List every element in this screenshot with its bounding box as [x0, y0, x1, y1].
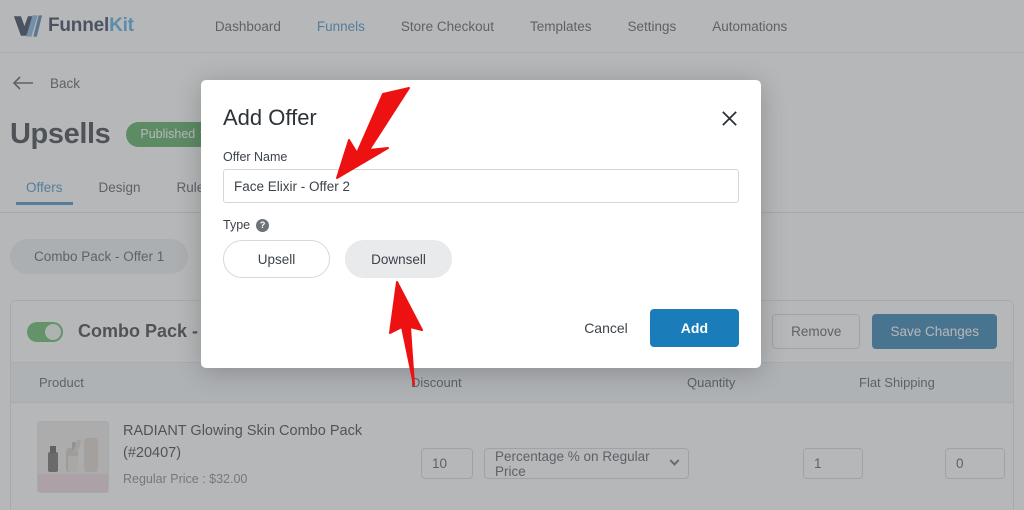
type-label-row: Type ?: [223, 218, 270, 232]
modal-actions: Cancel Add: [584, 309, 739, 347]
offer-name-input[interactable]: [223, 169, 739, 203]
cancel-button[interactable]: Cancel: [584, 320, 628, 336]
modal-title: Add Offer: [223, 105, 317, 130]
add-button[interactable]: Add: [649, 309, 739, 347]
app-root: FunnelKit Dashboard Funnels Store Checko…: [0, 0, 1024, 510]
offer-name-label: Offer Name: [223, 150, 288, 164]
type-label: Type: [223, 218, 251, 232]
help-icon[interactable]: ?: [256, 218, 270, 232]
type-options: Upsell Downsell: [223, 240, 452, 278]
close-icon-glyph: [721, 110, 737, 126]
type-option-downsell[interactable]: Downsell: [345, 240, 452, 278]
add-offer-modal: Add Offer Offer Name Type ? Upsell Downs…: [201, 80, 761, 368]
close-icon[interactable]: [716, 105, 742, 131]
type-option-upsell[interactable]: Upsell: [223, 240, 330, 278]
